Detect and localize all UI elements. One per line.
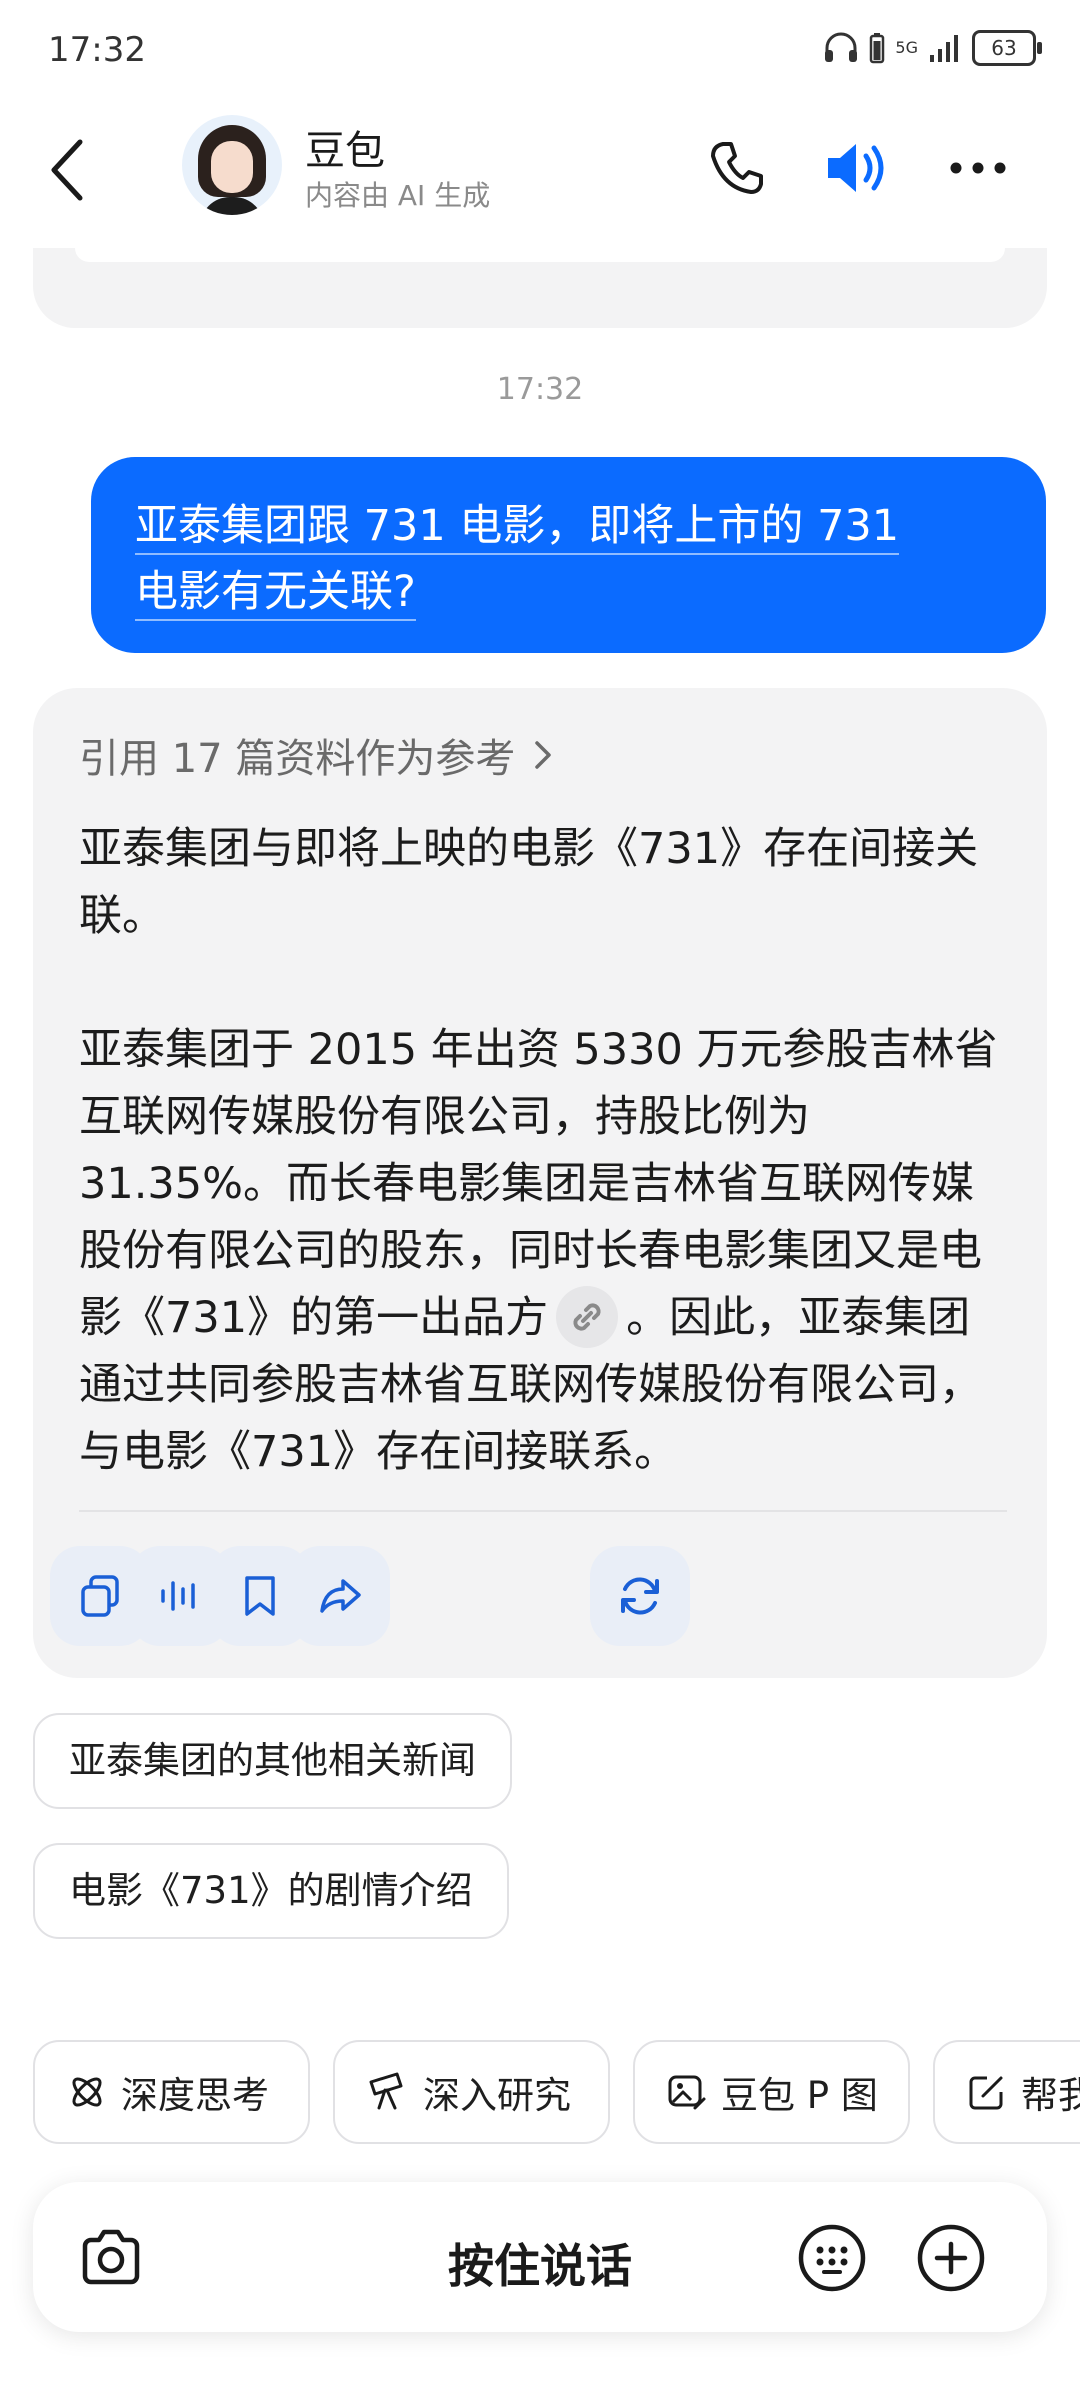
divider bbox=[79, 1510, 1007, 1512]
pen-square-icon bbox=[969, 2076, 1003, 2110]
hold-to-talk-label[interactable]: 按住说话 bbox=[33, 2230, 1047, 2296]
phone-icon[interactable] bbox=[705, 136, 769, 200]
suggestion-chip[interactable]: 电影《731》的剧情介绍 bbox=[33, 1843, 509, 1939]
share-button[interactable] bbox=[290, 1546, 390, 1646]
user-message-line: 电影有无关联? bbox=[135, 567, 416, 621]
battery-small-icon bbox=[870, 33, 885, 64]
share-arrow-icon bbox=[320, 1579, 361, 1613]
tool-label: 深度思考 bbox=[121, 2074, 269, 2117]
suggestion-chip[interactable]: 亚泰集团的其他相关新闻 bbox=[33, 1713, 512, 1809]
back-arrow-icon[interactable] bbox=[40, 130, 100, 210]
chevron-right-icon bbox=[535, 741, 552, 769]
assistant-answer-card: 引用 17 篇资料作为参考 亚泰集团与即将上映的电影《731》存在间接关联。 亚… bbox=[33, 688, 1047, 1678]
tool-label: 帮我写作 bbox=[1021, 2074, 1080, 2117]
writing-help-button[interactable]: 帮我写作 bbox=[933, 2040, 1080, 2144]
signal-icon bbox=[930, 35, 958, 62]
answer-paragraph: 亚泰集团与即将上映的电影《731》存在间接关联。 bbox=[79, 824, 979, 941]
user-message-line: 亚泰集团跟 731 电影，即将上市的 731 bbox=[135, 501, 900, 555]
references-link[interactable]: 引用 17 篇资料作为参考 bbox=[79, 726, 555, 784]
regenerate-button[interactable] bbox=[590, 1546, 690, 1646]
ai-generated-note: 内容由 AI 生成 bbox=[305, 179, 491, 212]
refresh-icon bbox=[621, 1577, 659, 1615]
tool-label: 豆包 P 图 bbox=[721, 2074, 878, 2117]
more-icon[interactable] bbox=[946, 136, 1010, 200]
keyboard-icon[interactable] bbox=[796, 2222, 868, 2294]
deep-think-button[interactable]: 深度思考 bbox=[33, 2040, 310, 2144]
user-message-bubble[interactable]: 亚泰集团跟 731 电影，即将上市的 731 电影有无关联? bbox=[91, 457, 1046, 653]
sound-wave-icon bbox=[161, 1581, 195, 1611]
message-timestamp: 17:32 bbox=[496, 372, 584, 407]
speaker-icon[interactable] bbox=[822, 136, 892, 200]
battery-indicator: 63 bbox=[972, 30, 1042, 66]
network-type-label: 5G bbox=[895, 38, 918, 57]
source-link-chip[interactable] bbox=[556, 1285, 619, 1348]
voice-input-bar[interactable]: 按住说话 bbox=[33, 2182, 1047, 2332]
status-time: 17:32 bbox=[48, 30, 146, 70]
image-edit-button[interactable]: 豆包 P 图 bbox=[633, 2040, 910, 2144]
answer-text: 亚泰集团与即将上映的电影《731》存在间接关联。 亚泰集团于 2015 年出资 … bbox=[79, 816, 1009, 1486]
status-bar: 17:32 5G 63 bbox=[0, 0, 1080, 100]
previous-message-card bbox=[33, 248, 1047, 328]
chat-title[interactable]: 豆包 bbox=[305, 118, 385, 176]
telescope-icon bbox=[369, 2072, 403, 2110]
link-icon bbox=[573, 1302, 601, 1331]
avatar[interactable] bbox=[182, 115, 282, 215]
bookmark-icon bbox=[245, 1576, 275, 1616]
deep-research-button[interactable]: 深入研究 bbox=[333, 2040, 610, 2144]
plus-icon[interactable] bbox=[915, 2222, 987, 2294]
tool-shortcuts-row[interactable]: 深度思考 深入研究 豆包 P 图 帮我写作 bbox=[33, 2040, 1080, 2144]
chat-header: 豆包 内容由 AI 生成 bbox=[0, 100, 1080, 250]
copy-icon bbox=[81, 1575, 119, 1617]
status-icons: 5G 63 bbox=[823, 30, 1042, 66]
image-edit-icon bbox=[668, 2075, 706, 2110]
tool-label: 深入研究 bbox=[423, 2074, 571, 2117]
answer-paragraph: 亚泰集团于 2015 年出资 5330 万元参股吉林省互联网传媒股份有限公司，持… bbox=[79, 1017, 1009, 1486]
references-label: 引用 17 篇资料作为参考 bbox=[79, 736, 516, 782]
atom-icon bbox=[72, 2077, 102, 2107]
headphones-icon bbox=[825, 32, 858, 62]
